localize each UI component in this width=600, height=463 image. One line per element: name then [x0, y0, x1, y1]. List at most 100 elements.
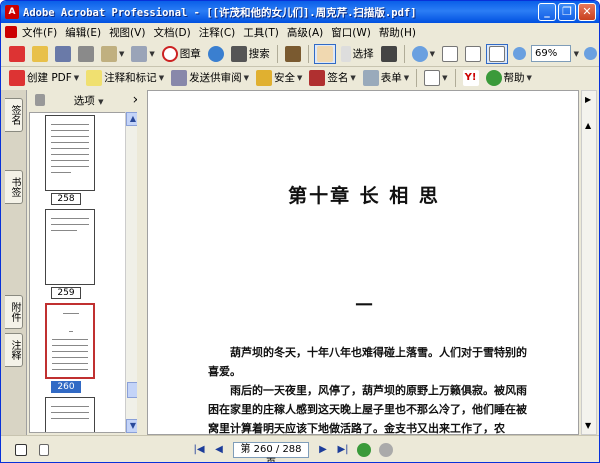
acrobat-app-icon: A [5, 5, 19, 19]
hand-icon [316, 45, 333, 62]
minimize-button[interactable]: _ [538, 3, 556, 21]
previous-page-button[interactable]: ◀ [211, 442, 227, 458]
page-layout-icon[interactable] [15, 443, 27, 456]
page-tools-button[interactable]: ▼ [422, 68, 449, 88]
yahoo-button[interactable]: Y! [461, 68, 481, 88]
globe-icon [207, 45, 224, 62]
page-thumbnails-list[interactable]: 258 259 260 [29, 112, 137, 433]
zoom-tool-button[interactable]: ▼ [410, 44, 437, 64]
close-button[interactable]: ✕ [578, 3, 596, 21]
stamp-button[interactable]: 图章 [160, 44, 203, 64]
select-tool-button[interactable]: 选择 [339, 44, 376, 64]
menu-tools[interactable]: 工具(T) [240, 24, 282, 41]
toolbar-separator [454, 68, 456, 87]
menu-edit[interactable]: 编辑(E) [62, 24, 104, 41]
tab-comments[interactable]: 注释 [5, 333, 23, 367]
email-icon [101, 45, 117, 62]
paragraph: 葫芦坝的冬天，十年八年也难得碰上落雪。人们对于雪特别的喜爱。 [208, 346, 527, 378]
tab-attachments[interactable]: 附件 [5, 295, 23, 329]
menu-bar: 文件(F) 编辑(E) 视图(V) 文档(D) 注释(C) 工具(T) 高级(A… [1, 23, 599, 41]
attach-button[interactable]: ▼ [129, 44, 156, 64]
secure-button[interactable]: 安全 ▼ [254, 68, 304, 88]
comment-markup-button[interactable]: 注释和标记 ▼ [84, 68, 166, 88]
help-button[interactable]: 帮助 ▼ [484, 68, 534, 88]
zoom-level-input[interactable]: 69% [530, 45, 571, 62]
create-pdf-label: 创建 PDF [27, 72, 72, 84]
search-label: 搜索 [248, 48, 270, 60]
first-page-button[interactable]: |◀ [191, 442, 207, 458]
trash-icon[interactable] [35, 94, 45, 106]
hand-tool-button[interactable] [313, 43, 336, 64]
select-label: 选择 [352, 48, 374, 60]
menu-file[interactable]: 文件(F) [19, 24, 60, 41]
secure-label: 安全 [273, 72, 295, 84]
text-cursor-icon [340, 45, 351, 62]
web-search-button[interactable] [206, 44, 226, 64]
zoom-dropdown[interactable]: ▼ [574, 50, 579, 58]
tab-signatures[interactable]: 签名 [5, 98, 23, 132]
forms-label: 表单 [380, 72, 402, 84]
forms-button[interactable]: 表单 ▼ [361, 68, 411, 88]
last-page-button[interactable]: ▶| [335, 442, 351, 458]
create-pdf-button[interactable]: 创建 PDF ▼ [7, 68, 81, 88]
fit-width-button[interactable] [485, 43, 508, 64]
snapshot-button[interactable] [379, 44, 399, 64]
create-pdf-tool-button[interactable] [7, 44, 27, 64]
page-thumbnail-selected[interactable] [45, 303, 95, 379]
expand-arrow-icon[interactable]: ▶ [585, 95, 591, 104]
send-review-button[interactable]: 发送供审阅 ▼ [169, 68, 251, 88]
page-thumbnail[interactable] [45, 115, 95, 191]
zoom-out-button[interactable] [511, 44, 528, 64]
open-button[interactable] [30, 44, 50, 64]
go-forward-icon[interactable] [379, 442, 393, 457]
comment-pen-icon [86, 69, 103, 86]
options-button[interactable]: 选项 ▼ [74, 93, 104, 108]
status-bar: |◀ ◀ 第 260 / 288 页 ▶ ▶| [1, 435, 599, 462]
sign-button[interactable]: 签名 ▼ [307, 68, 357, 88]
fit-page-button[interactable] [463, 44, 483, 64]
menu-window[interactable]: 窗口(W) [328, 24, 374, 41]
tab-bookmarks[interactable]: 书签 [5, 170, 23, 204]
menu-document[interactable]: 文档(D) [150, 24, 193, 41]
paperclip-icon [131, 45, 148, 62]
fit-width-icon [488, 45, 505, 62]
page-number-field[interactable]: 第 260 / 288 页 [233, 441, 309, 462]
review-icon [171, 69, 188, 86]
scroll-up-button[interactable]: ▲ [585, 121, 591, 130]
zoom-in-button[interactable] [582, 44, 599, 64]
menu-view[interactable]: 视图(V) [106, 24, 148, 41]
thumbnail-page-label-selected: 260 [51, 381, 81, 393]
lock-icon [255, 69, 272, 86]
thumbnail-page-label: 259 [51, 287, 81, 299]
actual-size-button[interactable] [440, 44, 460, 64]
page-thumbnail[interactable] [45, 209, 95, 285]
thumbnails-panel-header: 选项 ▼ × [29, 90, 147, 110]
page-thumbnail[interactable] [45, 397, 95, 432]
menu-advanced[interactable]: 高级(A) [284, 24, 326, 41]
camera-icon [380, 45, 397, 62]
stamp-label: 图章 [179, 48, 201, 60]
form-icon [362, 69, 379, 86]
document-scrollbar[interactable]: ▶ ▲ ▼ [581, 90, 597, 435]
next-page-button[interactable]: ▶ [315, 442, 331, 458]
print-button[interactable] [76, 44, 96, 64]
menu-help[interactable]: 帮助(H) [376, 24, 419, 41]
fit-page-icon [464, 45, 481, 62]
save-button[interactable] [53, 44, 73, 64]
spell-button[interactable] [283, 44, 303, 64]
email-button[interactable]: ▼ [99, 44, 126, 64]
restore-button[interactable]: ❐ [558, 3, 576, 21]
document-view[interactable]: 第十章 长 相 思 一 葫芦坝的冬天，十年八年也难得碰上落雪。人们对于雪特别的喜… [147, 90, 579, 435]
search-button[interactable]: 搜索 [229, 44, 272, 64]
binoculars-icon [230, 45, 247, 62]
single-page-icon[interactable] [39, 443, 49, 456]
pane-splitter[interactable] [137, 90, 147, 435]
go-back-icon[interactable] [357, 442, 371, 457]
menu-comments[interactable]: 注释(C) [196, 24, 239, 41]
toolbar-separator [416, 68, 418, 87]
create-pdf-icon [9, 45, 25, 62]
scroll-down-button[interactable]: ▼ [585, 421, 591, 430]
title-bar[interactable]: A Adobe Acrobat Professional - [[许茂和他的女儿… [1, 1, 599, 23]
document-menu-icon[interactable] [5, 26, 17, 38]
navigation-pane: 签名 书签 附件 注释 选项 ▼ × 258 [1, 90, 147, 435]
